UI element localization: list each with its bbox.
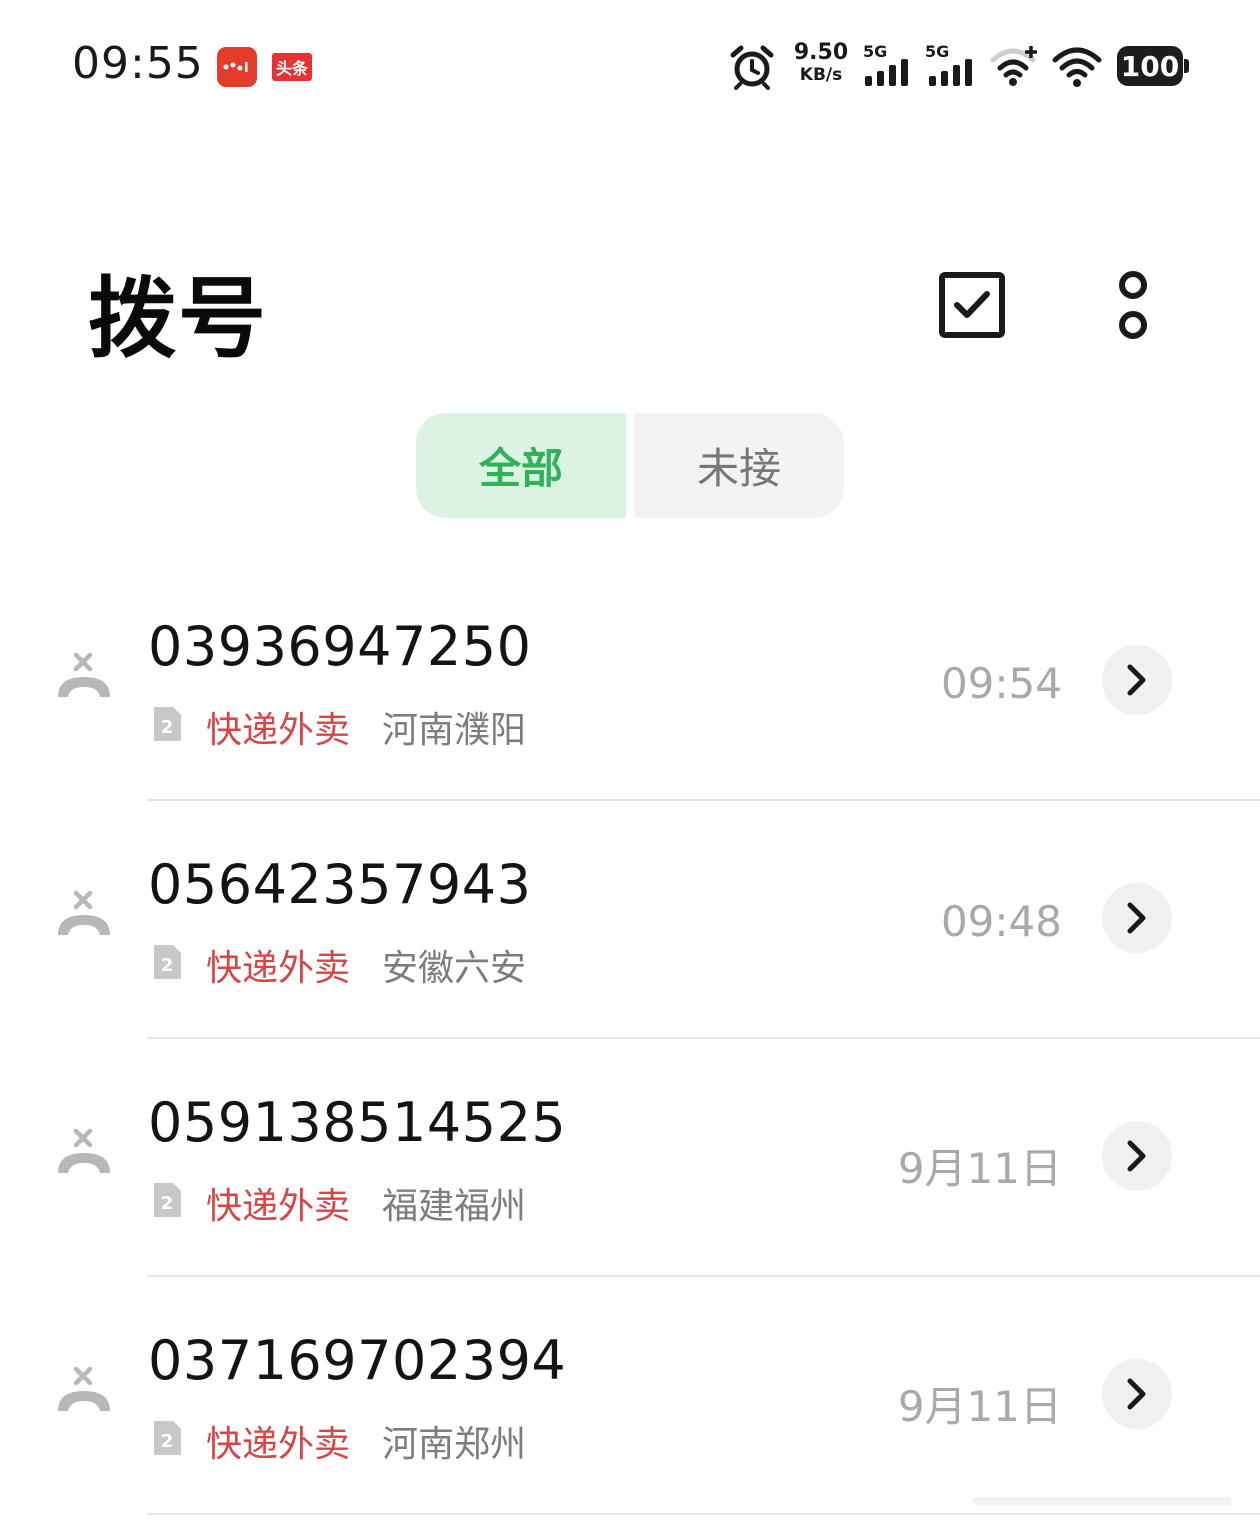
chevron-right-icon bbox=[1127, 1378, 1146, 1410]
wifi-icon bbox=[1052, 47, 1102, 87]
call-detail-button[interactable] bbox=[1102, 1121, 1172, 1191]
app-notification-icon bbox=[217, 47, 257, 87]
svg-text:2: 2 bbox=[161, 1193, 174, 1214]
net-speed-unit: KB/s bbox=[799, 65, 843, 85]
more-options-button[interactable] bbox=[1093, 265, 1173, 345]
status-bar: 09:55 头条 9.50 KB/s 5G 5G 100 bbox=[0, 0, 1260, 135]
gesture-handle[interactable] bbox=[972, 1497, 1232, 1505]
signal-1: 5G bbox=[863, 42, 908, 86]
checkbox-select-icon bbox=[939, 272, 1005, 338]
sim-card-icon: 2 bbox=[154, 1421, 181, 1455]
tab-missed[interactable]: 未接 bbox=[634, 413, 844, 518]
caller-tag: 快递外卖 bbox=[206, 1186, 351, 1227]
call-time: 09:54 bbox=[940, 659, 1062, 708]
phone-number: 059138514525 bbox=[148, 1091, 567, 1154]
select-button[interactable] bbox=[932, 265, 1012, 345]
row-divider bbox=[147, 1513, 1260, 1515]
missed-call-icon bbox=[58, 890, 110, 935]
call-detail-button[interactable] bbox=[1102, 645, 1172, 715]
call-detail-button[interactable] bbox=[1102, 1359, 1172, 1429]
chevron-right-icon bbox=[1127, 902, 1146, 934]
caller-tag: 快递外卖 bbox=[206, 948, 351, 989]
chevron-right-icon bbox=[1127, 1140, 1146, 1172]
signal-bars-icon bbox=[929, 59, 972, 86]
caller-location: 河南郑州 bbox=[382, 1424, 527, 1465]
missed-call-icon bbox=[58, 1128, 110, 1173]
caller-tag: 快递外卖 bbox=[206, 710, 351, 751]
sim-card-icon: 2 bbox=[154, 945, 181, 979]
sim-card-icon: 2 bbox=[154, 1183, 181, 1217]
caller-location: 安徽六安 bbox=[382, 948, 527, 989]
phone-number: 037169702394 bbox=[148, 1329, 567, 1392]
call-log-row[interactable]: 059138514525 2 快递外卖 福建福州 9月11日 bbox=[0, 1039, 1260, 1277]
call-detail-button[interactable] bbox=[1102, 883, 1172, 953]
call-filter-tabs: 全部 未接 bbox=[416, 413, 844, 518]
call-log-row[interactable]: 03936947250 2 快递外卖 河南濮阳 09:54 bbox=[0, 563, 1260, 801]
caller-location: 河南濮阳 bbox=[382, 710, 527, 751]
caller-location: 福建福州 bbox=[382, 1186, 527, 1227]
missed-call-icon bbox=[58, 1366, 110, 1411]
missed-call-icon bbox=[58, 652, 110, 697]
svg-text:2: 2 bbox=[161, 1431, 174, 1452]
wifi-calling-icon bbox=[990, 46, 1037, 86]
call-time: 09:48 bbox=[940, 897, 1062, 946]
battery-indicator: 100 bbox=[1117, 46, 1189, 86]
status-time: 09:55 bbox=[72, 38, 204, 89]
call-log-row[interactable]: 037169702394 2 快递外卖 河南郑州 9月11日 bbox=[0, 1277, 1260, 1515]
page-title: 拨号 bbox=[88, 267, 269, 370]
status-icons: 9.50 KB/s 5G 5G 100 bbox=[725, 40, 1195, 96]
call-time: 9月11日 bbox=[897, 1144, 1062, 1193]
call-log-row[interactable]: 05642357943 2 快递外卖 安徽六安 09:48 bbox=[0, 801, 1260, 1039]
toutiao-label: 头条 bbox=[271, 53, 312, 81]
call-log-list: 03936947250 2 快递外卖 河南濮阳 09:54 0564235794… bbox=[0, 563, 1260, 1515]
call-time: 9月11日 bbox=[897, 1382, 1062, 1431]
chevron-right-icon bbox=[1127, 664, 1146, 696]
more-dots-icon bbox=[1119, 271, 1147, 339]
net-speed-value: 9.50 bbox=[793, 40, 849, 65]
phone-number: 03936947250 bbox=[148, 615, 532, 678]
sim-card-icon: 2 bbox=[154, 707, 181, 741]
svg-text:2: 2 bbox=[161, 717, 174, 738]
net-speed: 9.50 KB/s bbox=[791, 42, 851, 86]
caller-tag: 快递外卖 bbox=[206, 1424, 351, 1465]
signal-2: 5G bbox=[925, 42, 972, 86]
alarm-icon bbox=[730, 45, 774, 90]
svg-text:2: 2 bbox=[161, 955, 174, 976]
signal-bars-icon bbox=[865, 59, 908, 86]
toutiao-icon: 头条 bbox=[270, 47, 314, 87]
tab-all[interactable]: 全部 bbox=[416, 413, 626, 518]
phone-number: 05642357943 bbox=[148, 853, 532, 916]
